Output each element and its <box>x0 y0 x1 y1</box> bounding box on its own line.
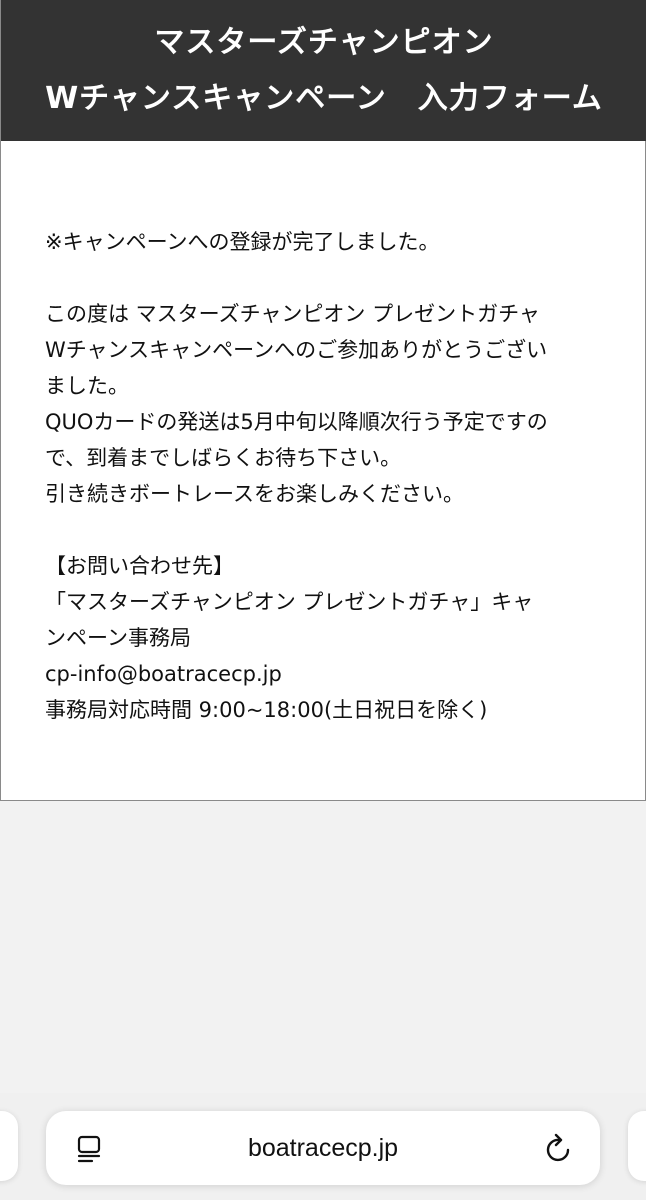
contact-org-line-1: 「マスターズチャンピオン プレゼントガチャ」キャ <box>45 590 534 614</box>
browser-bottom-bar: boatracecp.jp <box>0 1093 646 1200</box>
thanks-line-2: Wチャンスキャンペーンへのご参加ありがとうござい <box>45 338 548 362</box>
thanks-line-1: この度は マスターズチャンピオン プレゼントガチャ <box>45 302 540 326</box>
contact-org-line-2: ンペーン事務局 <box>45 626 191 650</box>
shipping-line-2: で、到着までしばらくお待ち下さい。 <box>45 446 402 470</box>
url-text: boatracecp.jp <box>247 1134 399 1162</box>
contact-email: cp-info@boatracecp.jp <box>45 662 282 686</box>
contact-hours: 事務局対応時間 9:00~18:00(土日祝日を除く) <box>45 698 488 722</box>
header-title-line-2: Wチャンスキャンペーン 入力フォーム <box>45 81 603 116</box>
thanks-line-3: ました。 <box>45 374 129 398</box>
address-bar[interactable]: boatracecp.jp <box>46 1111 600 1185</box>
form-card: マスターズチャンピオン Wチャンスキャンペーン 入力フォーム ※キャンペーンへの… <box>0 0 646 801</box>
next-tab-edge[interactable] <box>628 1111 646 1181</box>
enjoy-line: 引き続きボートレースをお楽しみください。 <box>45 482 464 506</box>
completion-message: ※キャンペーンへの登録が完了しました。 この度は マスターズチャンピオン プレゼ… <box>45 224 605 728</box>
page-header: マスターズチャンピオン Wチャンスキャンペーン 入力フォーム <box>1 0 646 141</box>
shipping-line-1: QUOカードの発送は5月中旬以降順次行う予定ですの <box>45 410 548 434</box>
previous-tab-edge[interactable] <box>0 1111 18 1181</box>
complete-notice: ※キャンペーンへの登録が完了しました。 <box>45 230 440 254</box>
reload-icon[interactable] <box>544 1132 574 1164</box>
header-title-line-1: マスターズチャンピオン <box>154 25 494 60</box>
contact-heading: 【お問い合わせ先】 <box>45 554 234 578</box>
